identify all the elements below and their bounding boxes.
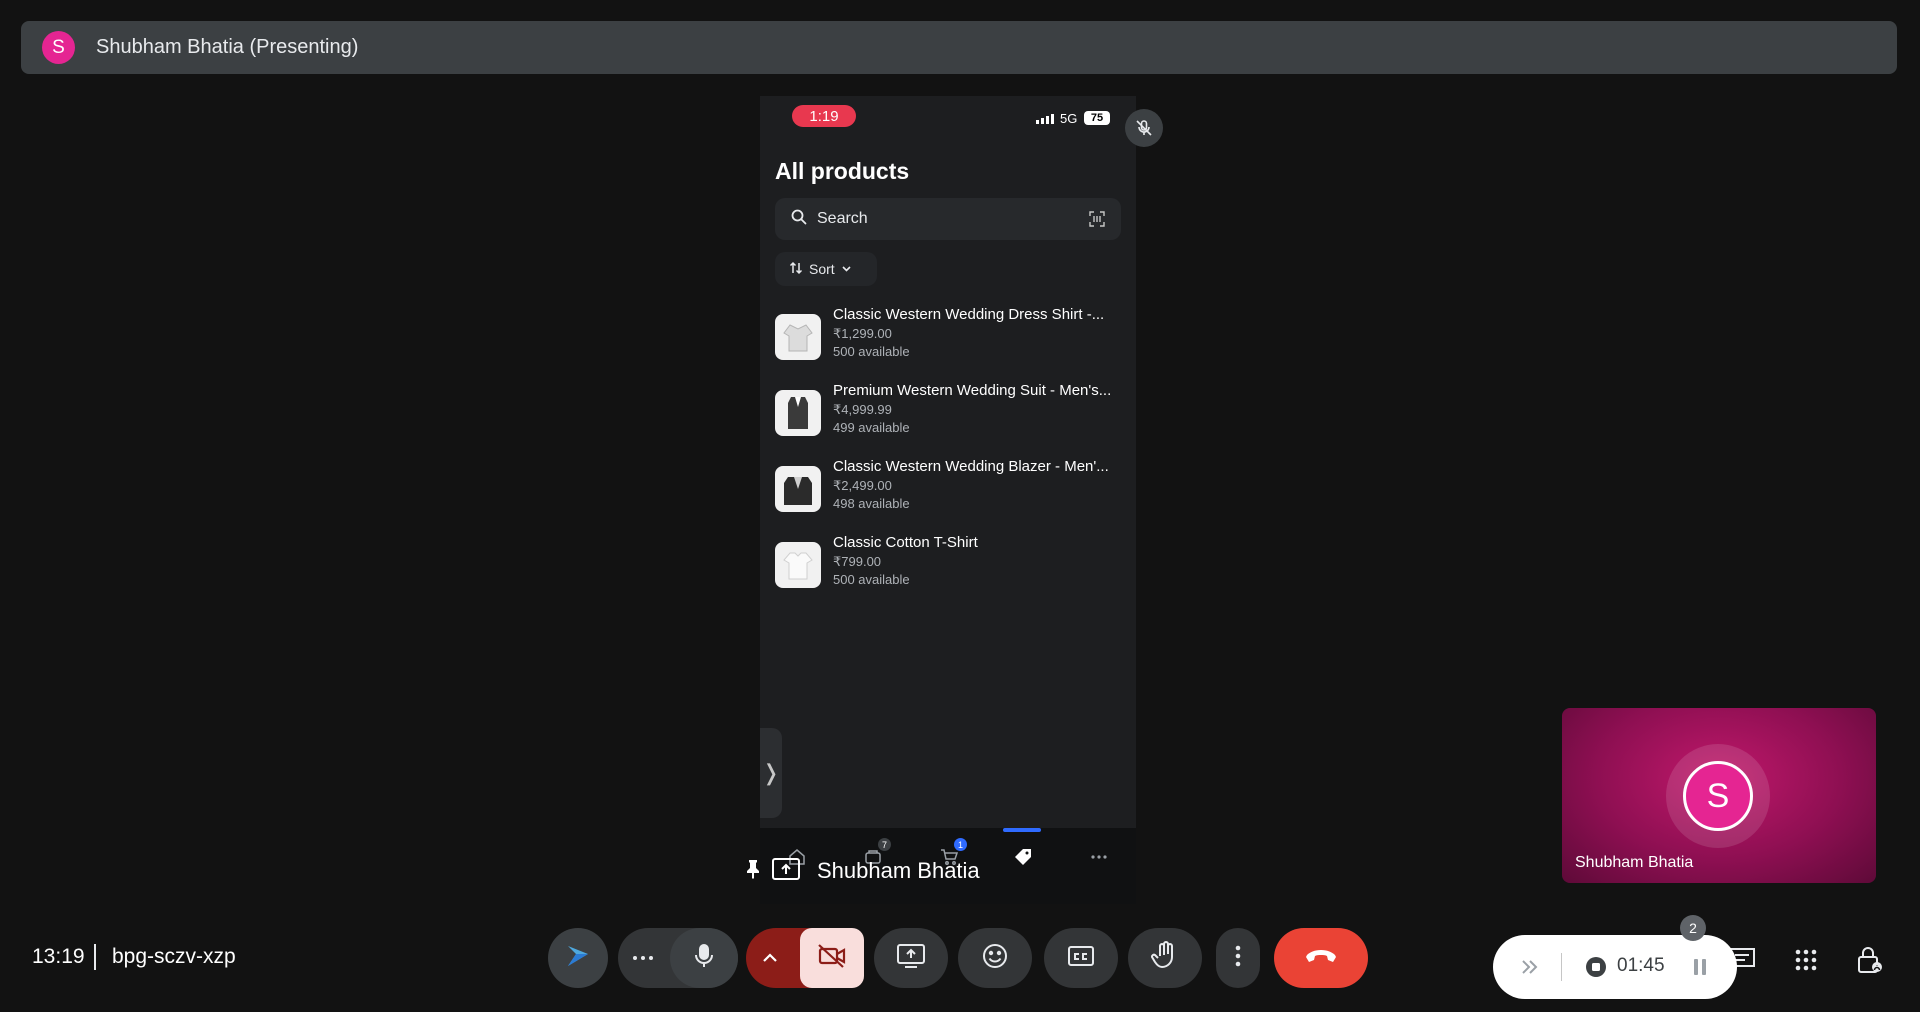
product-list: Classic Western Wedding Dress Shirt -...… (775, 306, 1125, 610)
raise-hand-button[interactable] (1128, 928, 1202, 988)
product-availability: 500 available (833, 572, 910, 587)
product-name: Classic Western Wedding Blazer - Men'... (833, 458, 1109, 475)
sort-icon (789, 261, 803, 278)
page-title: All products (775, 158, 910, 184)
app-logo-icon (563, 941, 593, 976)
tag-icon[interactable] (1008, 842, 1038, 872)
microphone-icon (693, 943, 715, 974)
presenter-avatar: S (42, 31, 75, 64)
present-screen-icon (896, 943, 926, 974)
camera-control-group (746, 928, 864, 988)
emoji-icon (981, 942, 1009, 975)
product-price: ₹799.00 (833, 554, 882, 569)
more-icon[interactable] (1084, 842, 1114, 872)
side-panel-handle[interactable]: ❭ (760, 728, 782, 818)
product-name: Classic Western Wedding Dress Shirt -... (833, 306, 1105, 323)
recording-timer: 01:45 (1617, 955, 1665, 976)
divider (1561, 953, 1562, 981)
divider (94, 944, 96, 970)
more-options-button[interactable] (1216, 928, 1260, 988)
orders-badge: 7 (878, 838, 891, 851)
collapse-icon[interactable] (1518, 956, 1540, 983)
tshirt-thumbnail (775, 542, 821, 588)
battery-icon: 75 (1084, 111, 1110, 125)
pin-icon[interactable] (745, 859, 761, 884)
self-avatar: S (1683, 761, 1753, 831)
companion-app-button[interactable] (548, 928, 608, 988)
sort-button[interactable]: Sort (775, 252, 877, 286)
presenting-bar: S Shubham Bhatia (Presenting) (21, 21, 1897, 74)
shared-screen: 1:19 5G 75 All products Search Sort Clas… (760, 96, 1136, 904)
product-availability: 499 available (833, 420, 910, 435)
blazer-thumbnail (775, 466, 821, 512)
camera-off-button[interactable] (800, 928, 864, 988)
meet-window: S Shubham Bhatia (Presenting) 1:19 5G 75… (0, 0, 1920, 1012)
captions-icon (1067, 944, 1095, 973)
presentation-icon (771, 857, 801, 886)
end-call-icon (1304, 947, 1338, 970)
chevron-up-icon[interactable] (760, 948, 780, 973)
product-item[interactable]: Classic Western Wedding Blazer - Men'...… (775, 458, 1125, 534)
participant-count-badge: 2 (1680, 915, 1706, 941)
search-field[interactable]: Search (775, 198, 1121, 240)
microphone-button[interactable] (670, 928, 738, 988)
phone-time: 1:19 (792, 105, 856, 127)
product-item[interactable]: Classic Cotton T-Shirt ₹799.00 500 avail… (775, 534, 1125, 610)
raise-hand-icon (1151, 940, 1179, 976)
product-availability: 498 available (833, 496, 910, 511)
host-controls-icon[interactable] (1850, 940, 1890, 980)
phone-status-bar: 1:19 5G 75 (760, 96, 1136, 136)
camera-off-icon (817, 943, 847, 974)
product-price: ₹1,299.00 (833, 326, 892, 341)
cart-badge: 1 (954, 838, 967, 851)
product-item[interactable]: Premium Western Wedding Suit - Men's... … (775, 382, 1125, 458)
self-participant-tile[interactable]: S Shubham Bhatia (1562, 708, 1876, 883)
product-item[interactable]: Classic Western Wedding Dress Shirt -...… (775, 306, 1125, 382)
suit-thumbnail (775, 390, 821, 436)
product-name: Classic Cotton T-Shirt (833, 534, 978, 551)
sort-label: Sort (809, 261, 835, 277)
presenting-title: Shubham Bhatia (Presenting) (96, 36, 359, 58)
stop-recording-icon[interactable] (1585, 956, 1607, 983)
pause-icon[interactable] (1691, 956, 1709, 983)
shirt-thumbnail (775, 314, 821, 360)
reactions-button[interactable] (958, 928, 1032, 988)
audio-control-group (618, 928, 738, 988)
active-tab-indicator (1003, 828, 1041, 832)
self-name: Shubham Bhatia (1575, 854, 1694, 871)
mic-off-icon (1125, 109, 1163, 147)
chevron-down-icon (841, 261, 852, 277)
product-name: Premium Western Wedding Suit - Men's... (833, 382, 1112, 399)
product-price: ₹2,499.00 (833, 478, 892, 493)
presenter-caption: Shubham Bhatia (745, 855, 980, 887)
leave-call-button[interactable] (1274, 928, 1368, 988)
signal-icon (1036, 114, 1054, 124)
search-icon (791, 209, 807, 230)
search-placeholder: Search (817, 210, 868, 227)
more-vert-icon (1234, 944, 1242, 973)
network-label: 5G (1060, 111, 1078, 126)
more-options-icon[interactable] (630, 946, 656, 975)
meeting-clock: 13:19 (32, 945, 85, 968)
product-availability: 500 available (833, 344, 910, 359)
activities-grid-icon[interactable] (1786, 940, 1826, 980)
captions-button[interactable] (1044, 928, 1118, 988)
present-screen-button[interactable] (874, 928, 948, 988)
product-price: ₹4,999.99 (833, 402, 892, 417)
presenter-tile-name: Shubham Bhatia (817, 858, 980, 883)
recording-controls: 01:45 (1493, 935, 1737, 999)
meeting-code: bpg-sczv-xzp (112, 945, 236, 968)
barcode-scan-icon[interactable] (1089, 211, 1105, 232)
